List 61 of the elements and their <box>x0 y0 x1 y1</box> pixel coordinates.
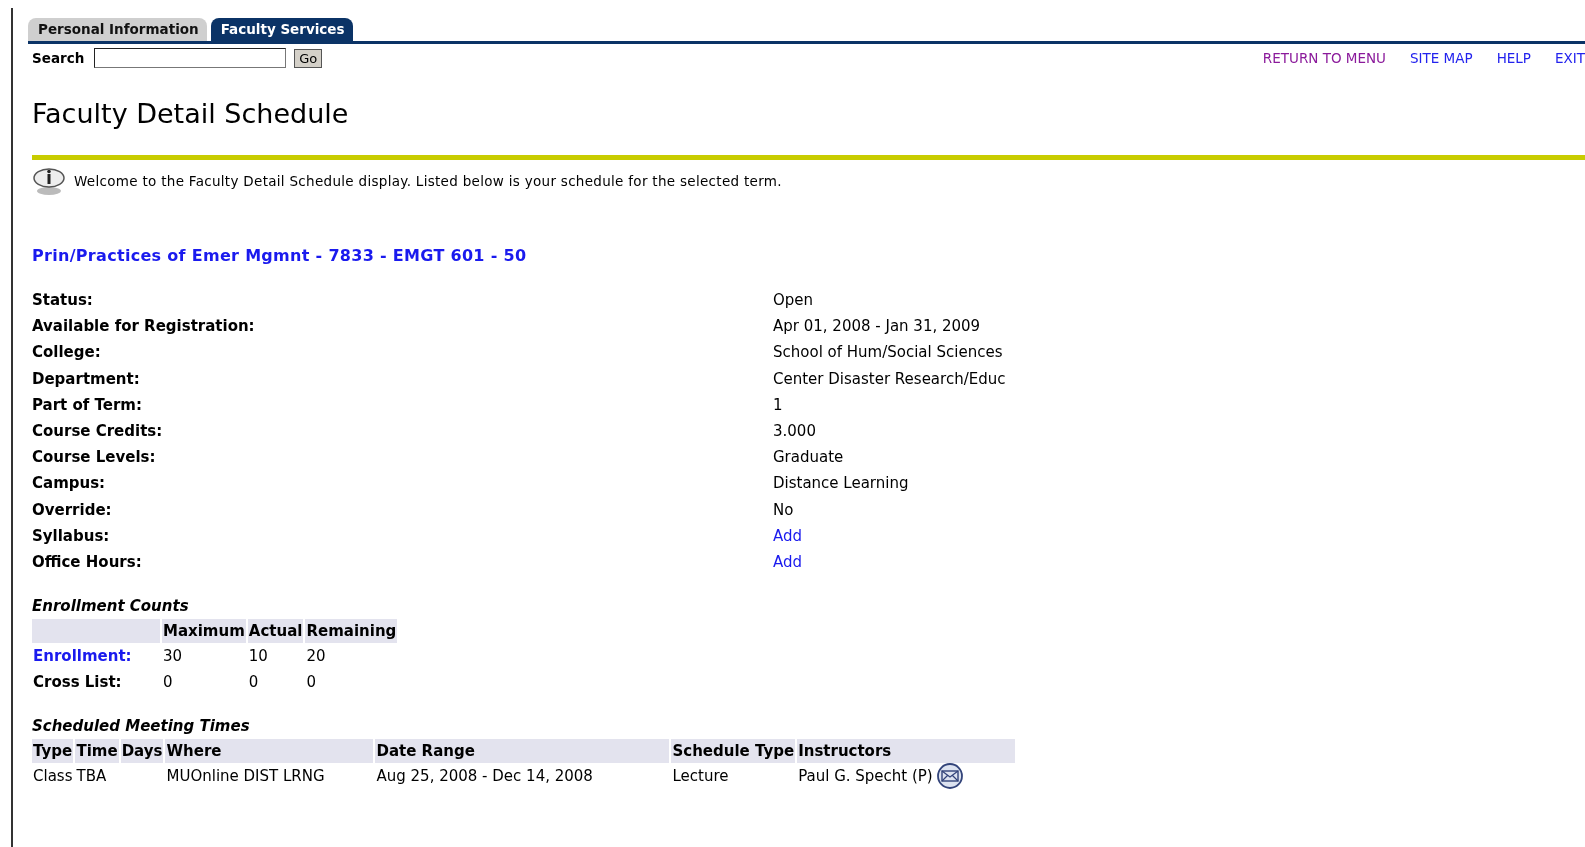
add-link[interactable]: Add <box>773 549 803 576</box>
instructor-name: Paul G. Specht (P) <box>798 766 933 785</box>
page-title: Faculty Detail Schedule <box>32 98 350 129</box>
detail-value: No <box>773 499 794 521</box>
table-cell-text: Lecture <box>671 766 730 788</box>
enrollment-link[interactable]: Enrollment: <box>32 643 160 670</box>
search-label: Search <box>32 50 85 66</box>
row-label: Cross List: <box>32 672 123 694</box>
detail-label: College: <box>32 342 102 364</box>
detail-value: Apr 01, 2008 - Jan 31, 2009 <box>773 316 981 338</box>
add-link[interactable]: Add <box>773 522 803 550</box>
search-field[interactable] <box>94 48 287 68</box>
header-cell: Type <box>32 739 74 764</box>
table-cell-text: Aug 25, 2008 - Dec 14, 2008 <box>375 766 594 788</box>
info-message: Welcome to the Faculty Detail Schedule display. Listed below is your schedule for the selected term. <box>74 173 782 189</box>
detail-label: Office Hours: <box>32 552 143 574</box>
header-cell: Days <box>120 739 164 764</box>
detail-label: Part of Term: <box>32 394 143 416</box>
detail-label: Course Levels: <box>32 447 157 469</box>
section-title: Enrollment Counts <box>32 597 190 616</box>
table-cell-text: TBA <box>75 766 108 788</box>
detail-label: Status: <box>32 290 94 311</box>
header-cell: Actual <box>247 619 304 644</box>
detail-label: Syllabus: <box>32 525 111 547</box>
info-icon <box>32 166 66 196</box>
detail-value: School of Hum/Social Sciences <box>773 342 1003 364</box>
header-cell: Schedule Type <box>671 739 796 764</box>
table-cell-text: 0 <box>305 672 317 694</box>
detail-value: Graduate <box>773 447 844 469</box>
table-cell-text: 10 <box>247 646 269 668</box>
table-cell-text: 30 <box>162 646 184 668</box>
nav-link[interactable]: SITE MAP <box>1410 50 1473 66</box>
header-cell: Where <box>165 739 374 764</box>
nav-link[interactable]: EXIT <box>1555 50 1585 66</box>
detail-label: Course Credits: <box>32 421 164 442</box>
detail-value: 1 <box>773 394 783 416</box>
tab[interactable]: Faculty Services <box>210 18 353 41</box>
table-cell-text: 0 <box>162 672 174 694</box>
header-cell: Time <box>75 739 119 764</box>
table-cell-text: 20 <box>305 646 327 668</box>
course-title-link[interactable]: Prin/Practices of Emer Mgmnt - 7833 - EMGT 601 - 50 <box>32 246 1585 265</box>
header-cell: Date Range <box>375 739 670 764</box>
tab[interactable]: Personal Information <box>28 18 207 41</box>
header-cell: Maximum <box>162 619 246 644</box>
nav-link[interactable]: HELP <box>1496 50 1531 66</box>
table-cell-text: MUOnline DIST LRNG <box>165 766 326 788</box>
detail-label: Campus: <box>32 473 107 495</box>
table-cell-text: 0 <box>247 672 260 694</box>
header-cell: Remaining <box>305 619 398 644</box>
detail-label: Department: <box>32 368 141 390</box>
section-title: Scheduled Meeting Times <box>32 717 251 736</box>
detail-value: Distance Learning <box>773 473 909 495</box>
detail-value: Open <box>773 290 814 311</box>
detail-label: Available for Registration: <box>32 316 256 338</box>
detail-label: Override: <box>32 499 113 521</box>
go-button[interactable]: Go <box>294 48 323 68</box>
table-cell-text: Class <box>32 766 74 788</box>
header-cell: Instructors <box>797 739 1016 764</box>
detail-value: 3.000 <box>773 421 816 442</box>
detail-value: Center Disaster Research/Educ <box>773 368 1006 390</box>
nav-link[interactable]: RETURN TO MENU <box>1262 50 1386 66</box>
